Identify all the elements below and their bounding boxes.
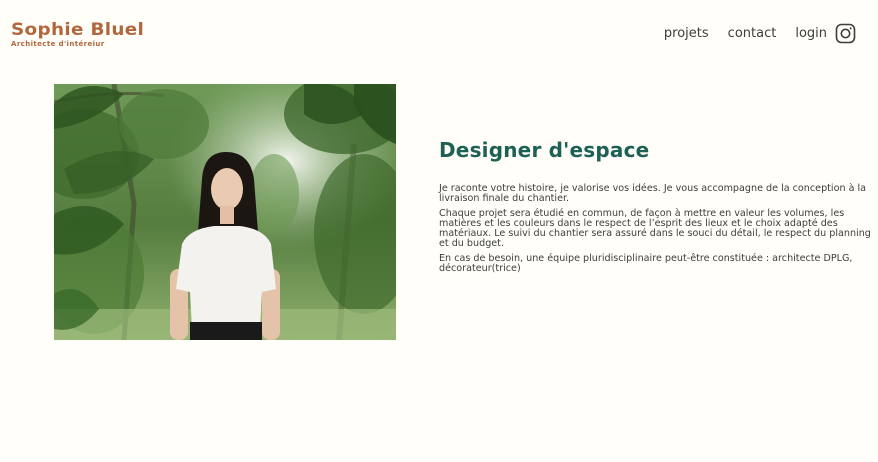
architect-photo [54,84,396,340]
instagram-icon[interactable] [835,23,856,44]
nav-link-projets[interactable]: projets [664,26,709,41]
brand-logo[interactable]: Sophie Bluel Architecte d'intéreiur [11,22,144,48]
introduction-title: Designer d'espace [439,138,650,162]
introduction: Designer d'espace Je raconte votre histo… [439,138,871,274]
page: Sophie Bluel Architecte d'intéreiur proj… [0,0,878,462]
main-nav: projets contact login [664,23,856,44]
nav-link-login[interactable]: login [795,26,827,41]
nav-link-contact[interactable]: contact [728,26,777,41]
brand-subtitle: Architecte d'intéreiur [11,40,105,48]
introduction-paragraph-1: Je raconte votre histoire, je valorise v… [439,183,867,204]
introduction-paragraph-2: Chaque projet sera étudié en commun, de … [439,208,871,249]
brand-name: Sophie Bluel [11,20,145,40]
introduction-paragraph-3: En cas de besoin, une équipe pluridiscip… [439,253,853,274]
